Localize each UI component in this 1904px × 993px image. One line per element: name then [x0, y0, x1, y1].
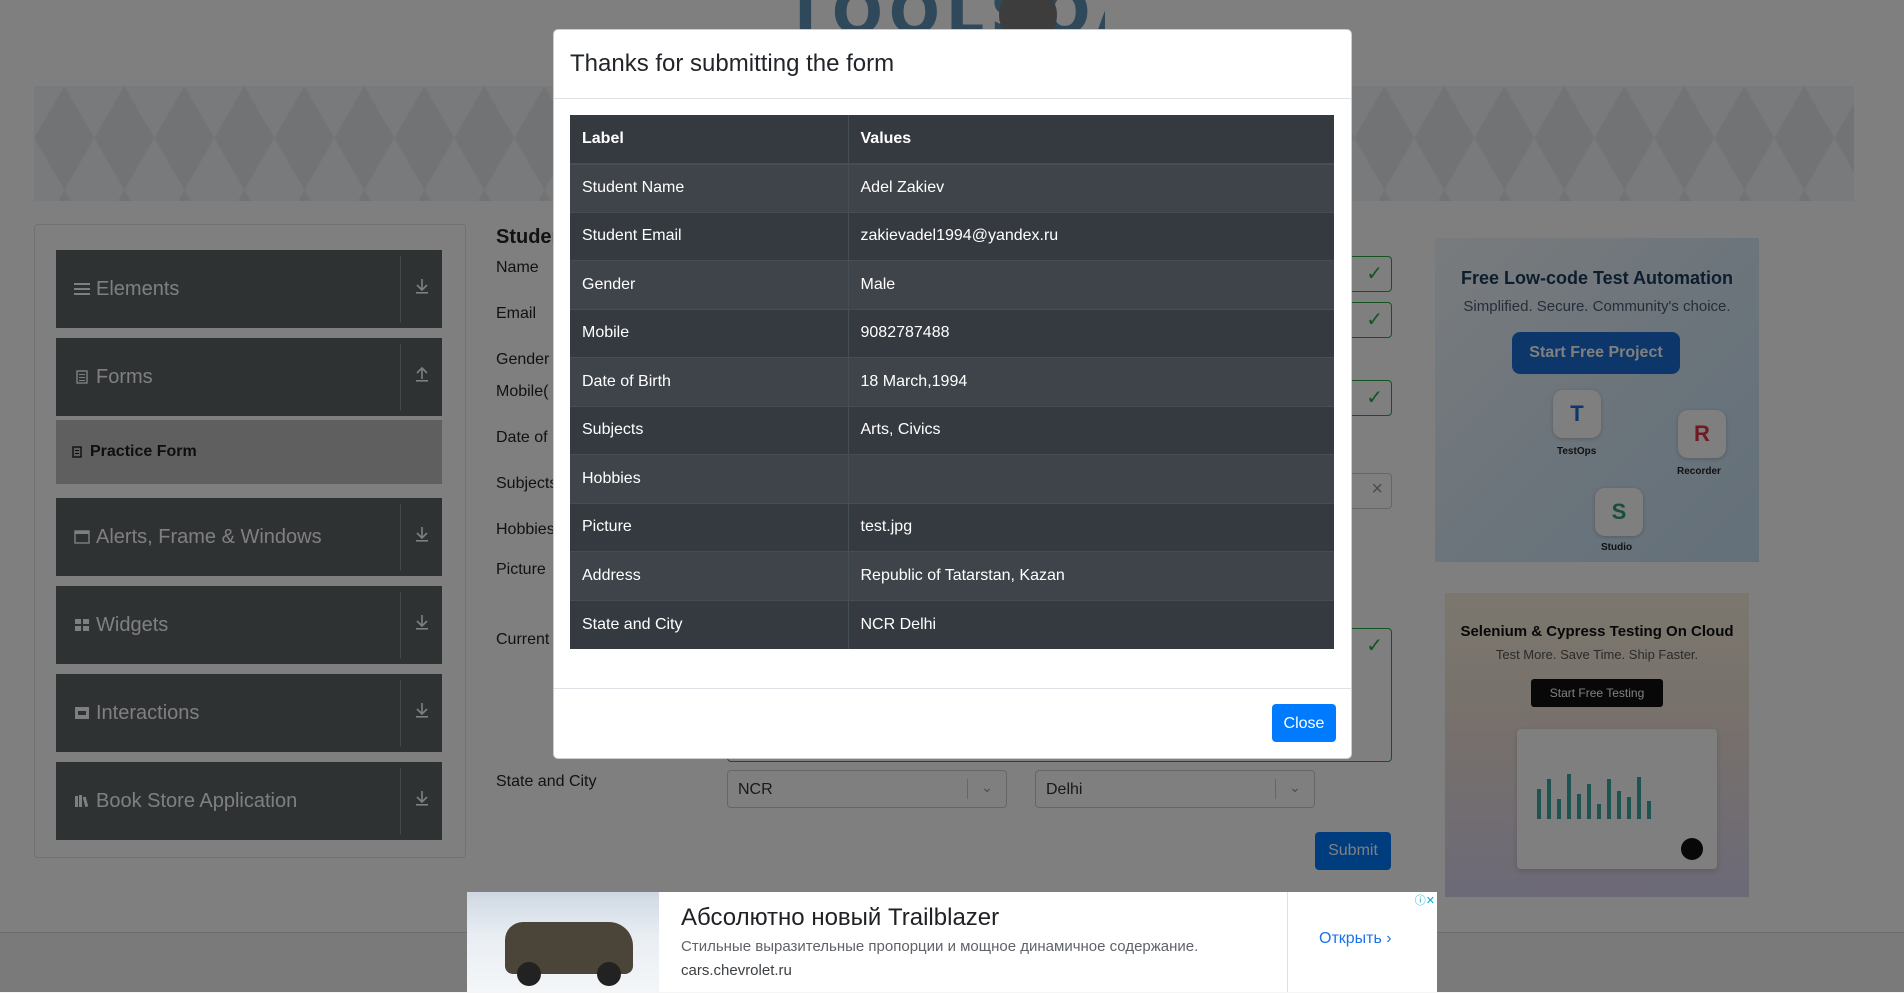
ad-domain: cars.chevrolet.ru — [681, 962, 792, 979]
row-value: 9082787488 — [848, 308, 1334, 358]
chevron-right-icon: › — [1386, 930, 1392, 947]
row-value: Arts, Civics — [848, 405, 1334, 455]
column-header-label: Label — [570, 115, 849, 165]
row-value: Republic of Tatarstan, Kazan — [848, 551, 1334, 600]
row-label: Mobile — [570, 308, 849, 358]
row-label: Address — [570, 551, 849, 600]
row-value: Adel Zakiev — [848, 163, 1334, 212]
modal-header: Thanks for submitting the form — [554, 30, 1351, 99]
table-row: Picture test.jpg — [570, 502, 1334, 552]
car-wheel — [597, 962, 621, 986]
ad-description: Стильные выразительные пропорции и мощно… — [681, 938, 1199, 955]
table-row: Address Republic of Tatarstan, Kazan — [570, 551, 1334, 600]
close-button[interactable]: Close — [1272, 704, 1336, 742]
modal-title: Thanks for submitting the form — [570, 50, 895, 77]
row-value — [848, 454, 1334, 503]
row-label: Date of Birth — [570, 357, 849, 406]
row-value: Male — [848, 260, 1334, 309]
column-header-values: Values — [848, 115, 1334, 165]
ad-choices-icon[interactable]: ⓘ✕ — [1415, 892, 1435, 908]
car-image — [467, 892, 659, 992]
table-row: Student Email zakievadel1994@yandex.ru — [570, 211, 1334, 261]
row-label: Picture — [570, 502, 849, 552]
table-row: Student Name Adel Zakiev — [570, 163, 1334, 212]
row-value: test.jpg — [848, 502, 1334, 552]
results-table: Label Values Student Name Adel Zakiev Stu… — [570, 115, 1334, 649]
table-row: Subjects Arts, Civics — [570, 405, 1334, 455]
modal-footer: Close — [554, 688, 1351, 759]
modal-body: Label Values Student Name Adel Zakiev Stu… — [570, 115, 1334, 649]
divider — [1287, 892, 1288, 992]
table-header-row: Label Values — [570, 115, 1334, 165]
row-value: 18 March,1994 — [848, 357, 1334, 406]
row-label: State and City — [570, 599, 849, 649]
open-link[interactable]: Открыть › — [1319, 930, 1392, 948]
table-row: Date of Birth 18 March,1994 — [570, 357, 1334, 406]
page: TOOLSQA Elements Forms — [0, 0, 1904, 993]
table-row: Gender Male — [570, 260, 1334, 309]
table-row: State and City NCR Delhi — [570, 599, 1334, 649]
row-label: Student Email — [570, 211, 849, 261]
table-row: Hobbies — [570, 454, 1334, 503]
bottom-ad-banner[interactable]: Абсолютно новый Trailblazer Стильные выр… — [467, 892, 1437, 992]
table-row: Mobile 9082787488 — [570, 308, 1334, 358]
row-value: zakievadel1994@yandex.ru — [848, 211, 1334, 261]
ad-title: Абсолютно новый Trailblazer — [681, 904, 1000, 931]
row-label: Gender — [570, 260, 849, 309]
submission-modal: Thanks for submitting the form Label Val… — [553, 29, 1352, 759]
row-value: NCR Delhi — [848, 599, 1334, 649]
row-label: Hobbies — [570, 454, 849, 503]
row-label: Student Name — [570, 163, 849, 212]
car-wheel — [517, 962, 541, 986]
open-link-label: Открыть — [1319, 930, 1382, 947]
row-label: Subjects — [570, 405, 849, 455]
